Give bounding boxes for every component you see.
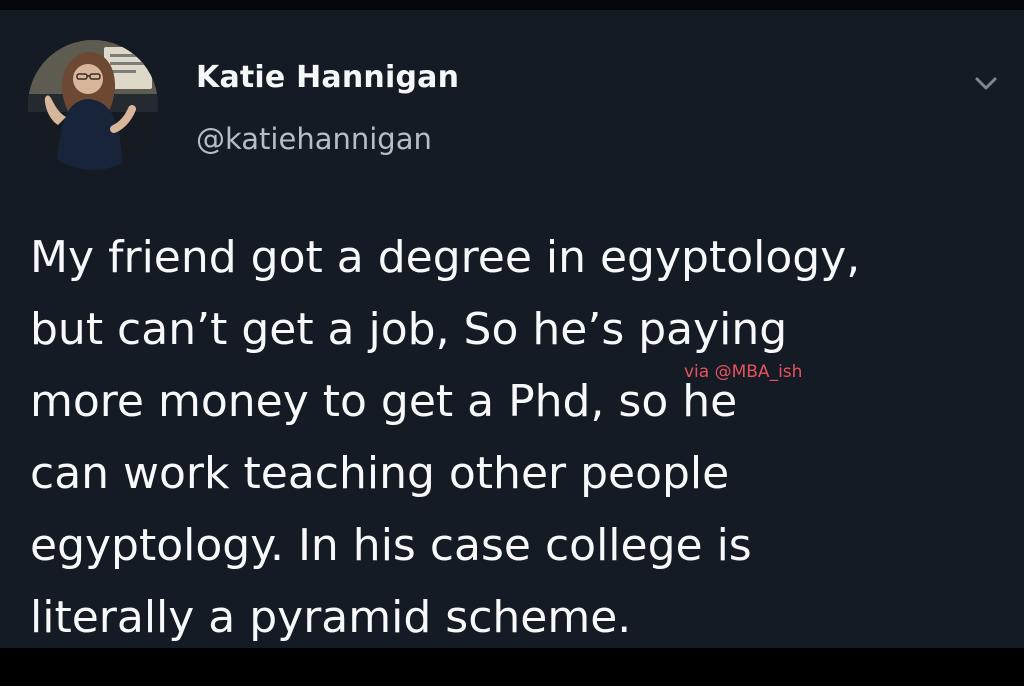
tweet-text: My friend got a degree in egyptology, bu… xyxy=(30,222,1000,654)
tweet-text-line: but can’t get a job, So he’s paying xyxy=(30,304,788,355)
tweet-text-line: My friend got a degree in egyptology, xyxy=(30,232,861,283)
author-name[interactable]: Katie Hannigan xyxy=(196,60,459,95)
watermark-credit: via @MBA_ish xyxy=(684,362,803,382)
tweet-text-line: more money to get a Phd, so he xyxy=(30,376,738,427)
tweet-menu-button[interactable] xyxy=(969,67,1003,101)
screenshot: Katie Hannigan @katiehannigan My friend … xyxy=(0,0,1024,686)
avatar-image xyxy=(28,40,158,170)
bottom-strip xyxy=(0,648,1024,686)
tweet-text-line: can work teaching other people xyxy=(30,448,730,499)
chevron-down-icon xyxy=(975,77,997,90)
author-handle[interactable]: @katiehannigan xyxy=(196,122,432,156)
tweet-text-line: egyptology. In his case college is xyxy=(30,520,752,571)
tweet-text-line: literally a pyramid scheme. xyxy=(30,592,632,643)
tweet-card: Katie Hannigan @katiehannigan My friend … xyxy=(0,10,1024,648)
avatar[interactable] xyxy=(28,40,158,170)
